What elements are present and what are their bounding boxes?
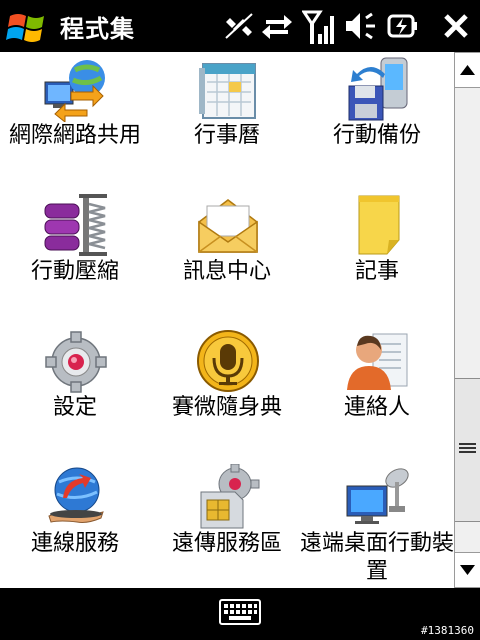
sim-services-icon (195, 463, 261, 530)
program-grid: 網際網路共用 行事曆 行動備份 行動壓縮 訊息中心 記事 設定 賽微隨身典 連絡… (0, 52, 454, 588)
program-settings[interactable]: 設定 (0, 324, 150, 460)
program-calendar[interactable]: 行事曆 (152, 52, 302, 188)
program-label: 記事 (354, 259, 399, 284)
program-label: 賽微隨身典 (171, 395, 282, 420)
program-label: 行動備份 (332, 123, 421, 148)
title-bar: 程式集 (0, 0, 480, 52)
grip-icon (459, 443, 476, 455)
messaging-envelope-icon (195, 192, 261, 258)
program-messaging[interactable]: 訊息中心 (152, 188, 302, 324)
program-label: 設定 (52, 395, 97, 420)
program-mobile-backup[interactable]: 行動備份 (302, 52, 452, 188)
scroll-thumb[interactable] (455, 378, 480, 522)
program-label: 遠端桌面行動裝置 (299, 531, 454, 584)
image-id: #1381360 (421, 624, 474, 637)
program-internet-sharing[interactable]: 網際網路共用 (0, 52, 150, 188)
connectivity-off-icon[interactable] (222, 8, 256, 44)
program-sim-services[interactable]: 遠傳服務區 (152, 460, 302, 588)
vertical-scrollbar[interactable] (454, 52, 480, 588)
internet-sharing-icon (43, 56, 109, 124)
close-icon[interactable] (440, 8, 472, 44)
page-title: 程式集 (60, 15, 135, 43)
program-label: 行事曆 (193, 123, 260, 148)
program-notes[interactable]: 記事 (302, 188, 452, 324)
data-transfer-icon[interactable] (260, 8, 294, 44)
soft-key-bar: #1381360 (0, 588, 480, 640)
settings-gear-icon (43, 328, 109, 394)
program-label: 連線服務 (30, 531, 119, 556)
program-label: 行動壓縮 (30, 259, 119, 284)
program-label: 網際網路共用 (8, 123, 141, 148)
mobile-compression-icon (43, 192, 109, 258)
program-label: 訊息中心 (182, 259, 271, 284)
arrow-down-icon (460, 565, 475, 575)
program-remote-desktop[interactable]: 遠端桌面行動裝置 (300, 460, 454, 588)
notes-icon (345, 192, 411, 258)
mobile-backup-icon (345, 56, 411, 122)
start-button[interactable] (0, 0, 56, 52)
signal-strength-icon[interactable] (302, 8, 338, 44)
scroll-up-button[interactable] (455, 52, 480, 88)
program-label: 遠傳服務區 (171, 531, 282, 556)
remote-desktop-icon (345, 464, 411, 530)
program-mobile-compression[interactable]: 行動壓縮 (0, 188, 150, 324)
program-contacts[interactable]: 連絡人 (302, 324, 452, 460)
keyboard-button[interactable] (219, 599, 261, 629)
contacts-icon (345, 328, 411, 394)
speaker-muted-icon[interactable] (344, 8, 378, 44)
dictionary-icon (195, 328, 261, 394)
calendar-icon (195, 56, 261, 122)
scroll-down-button[interactable] (455, 552, 480, 588)
program-label: 連絡人 (343, 395, 410, 420)
program-dictionary[interactable]: 賽微隨身典 (152, 324, 302, 460)
arrow-up-icon (460, 65, 475, 75)
keyboard-icon (219, 599, 261, 625)
connection-services-icon (43, 464, 109, 530)
windows-flag-icon (6, 14, 44, 42)
program-connection-services[interactable]: 連線服務 (0, 460, 150, 588)
battery-charging-icon[interactable] (386, 8, 420, 44)
